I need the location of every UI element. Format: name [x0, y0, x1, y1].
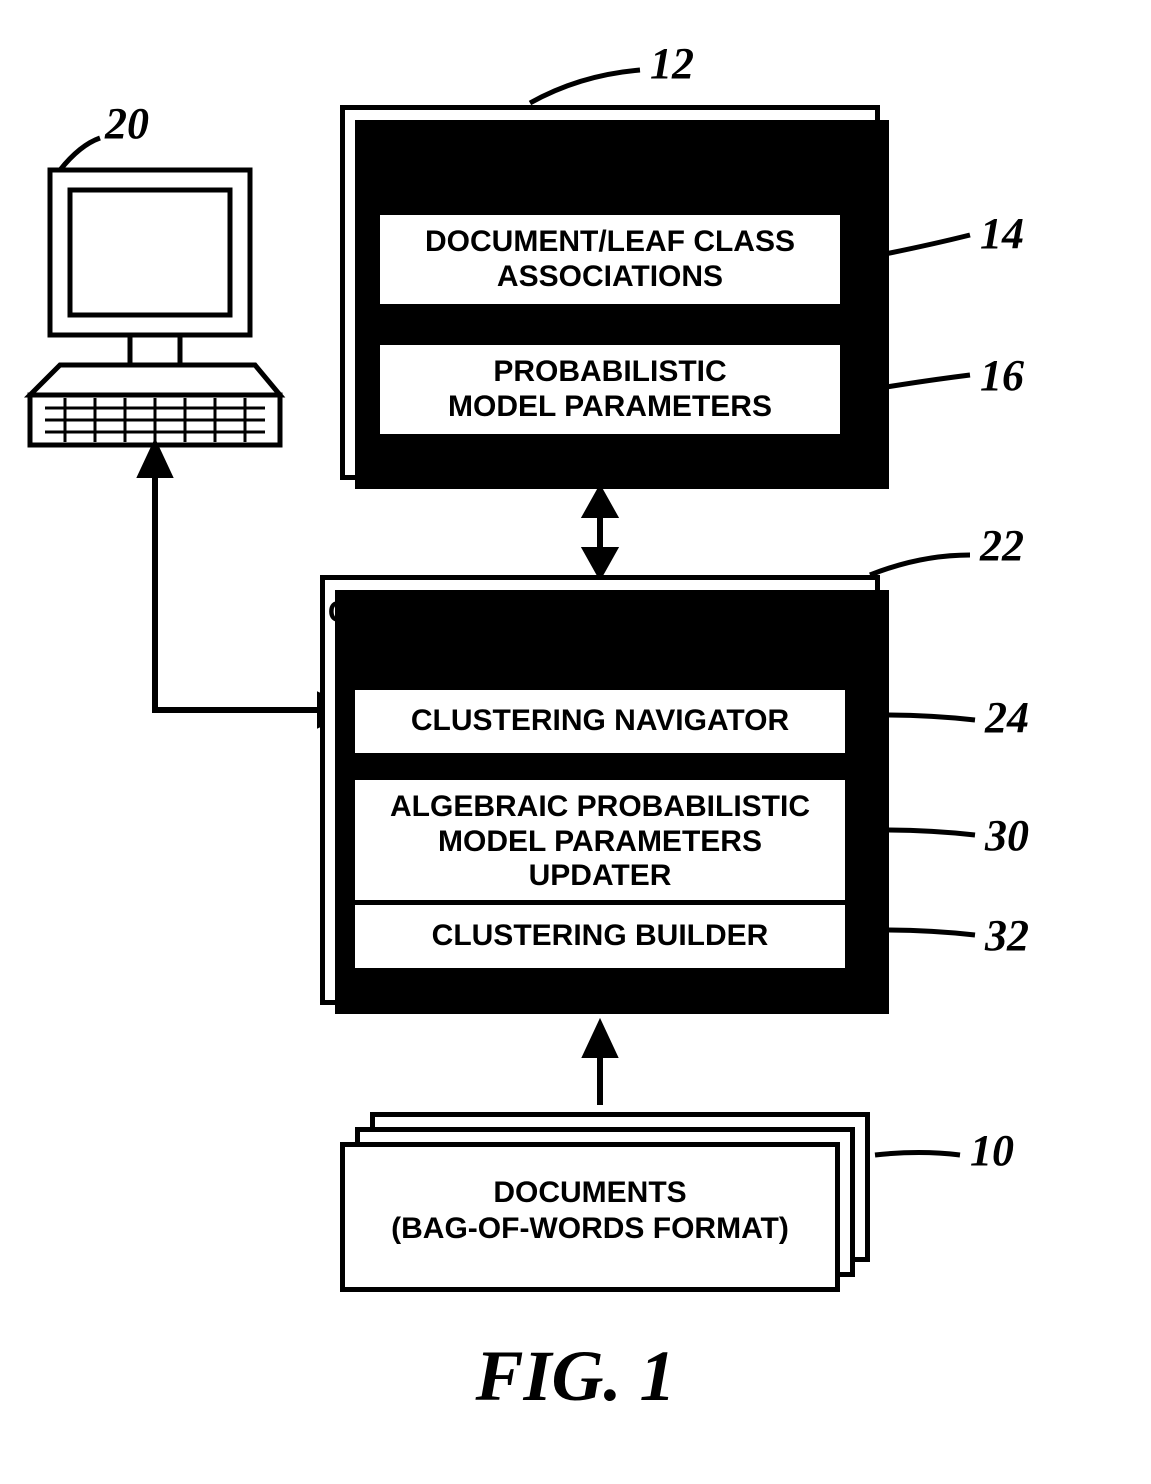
prob-params-line2: MODEL PARAMETERS [388, 390, 832, 425]
computer-icon [30, 170, 280, 445]
clustering-navigator-label: CLUSTERING NAVIGATOR [411, 704, 789, 737]
ref-10: 10 [970, 1125, 1014, 1176]
algebraic-line1: ALGEBRAIC PROBABILISTIC [363, 790, 837, 825]
ref-14: 14 [980, 208, 1024, 259]
clustering-processor-box: CLUSTERING SYSTEM PROCESSOR CLUSTERING N… [320, 575, 880, 1005]
associations-line2: ASSOCIATIONS [388, 260, 832, 295]
clustering-processor-title: CLUSTERING SYSTEM PROCESSOR [325, 580, 875, 630]
ref-24: 24 [985, 692, 1029, 743]
clustering-builder-label: CLUSTERING BUILDER [432, 919, 769, 952]
clustering-navigator-box: CLUSTERING NAVIGATOR [350, 685, 850, 758]
clustering-builder-box: CLUSTERING BUILDER [350, 900, 850, 973]
ref-32: 32 [985, 910, 1029, 961]
ref-22: 22 [980, 520, 1024, 571]
documents-line2: (BAG-OF-WORDS FORMAT) [345, 1211, 835, 1247]
documents-line1: DOCUMENTS [345, 1175, 835, 1211]
hierarchy-title: HIERARCHY OF CLASSES [345, 110, 875, 163]
associations-line1: DOCUMENT/LEAF CLASS [388, 225, 832, 260]
ref-16: 16 [980, 350, 1024, 401]
prob-params-line1: PROBABILISTIC [388, 355, 832, 390]
algebraic-updater-box: ALGEBRAIC PROBABILISTIC MODEL PARAMETERS… [350, 775, 850, 909]
hierarchy-of-classes-box: HIERARCHY OF CLASSES DOCUMENT/LEAF CLASS… [340, 105, 880, 480]
ref-20: 20 [105, 98, 149, 149]
doc-leaf-associations-box: DOCUMENT/LEAF CLASS ASSOCIATIONS [375, 210, 845, 309]
algebraic-line2: MODEL PARAMETERS UPDATER [363, 825, 837, 894]
ref-12: 12 [650, 38, 694, 89]
figure-caption: FIG. 1 [0, 1335, 1151, 1418]
ref-30: 30 [985, 810, 1029, 861]
documents-box: DOCUMENTS (BAG-OF-WORDS FORMAT) [340, 1142, 840, 1292]
probabilistic-params-box: PROBABILISTIC MODEL PARAMETERS [375, 340, 845, 439]
